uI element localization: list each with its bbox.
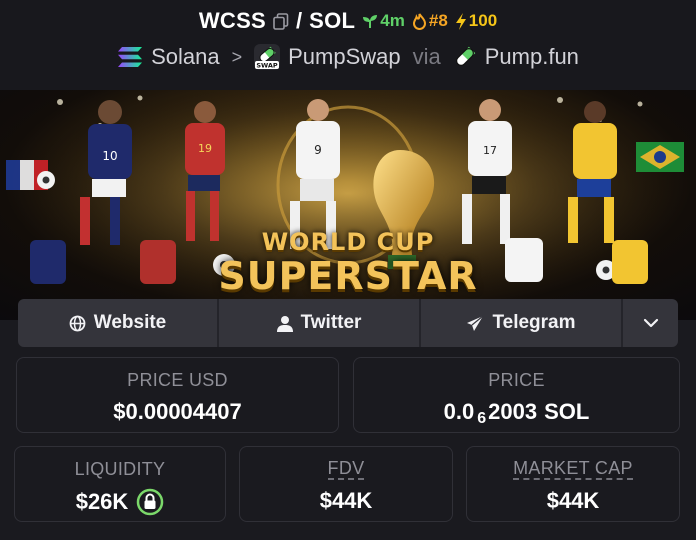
brazil-flag: [636, 142, 684, 172]
lock-icon[interactable]: [136, 488, 164, 516]
price-zero-count: 6: [477, 410, 487, 427]
send-icon: [467, 315, 484, 331]
liquidity-label: LIQUIDITY: [74, 459, 166, 479]
solana-logo: [118, 47, 143, 67]
base-token-symbol: WCSS: [198, 8, 267, 33]
market-cap-value: $44K: [546, 488, 600, 513]
banner-title-line2: SUPERSTAR: [218, 254, 478, 298]
banner-title-line1: WORLD CUP: [261, 228, 435, 256]
seedling-icon: [363, 15, 378, 28]
price-native-label: PRICE: [488, 370, 545, 390]
pill-icon: [455, 46, 476, 66]
more-links-button[interactable]: [623, 299, 678, 347]
fdv-label[interactable]: FDV: [327, 459, 365, 480]
website-button[interactable]: Website: [18, 299, 219, 347]
price-usd-value: $0.00004407: [113, 399, 242, 424]
pair-separator: /: [296, 8, 303, 33]
launchpad-link[interactable]: Pump.fun: [485, 44, 579, 70]
fdv-value: $44K: [319, 488, 373, 513]
boost-badge[interactable]: 100: [455, 11, 497, 31]
price-native-card: PRICE 0.0 6 2003 SOL: [353, 357, 680, 433]
social-links-bar: Website Twitter Telegram: [18, 299, 678, 347]
chain-breadcrumb: Solana > SWAP PumpSwap via Pump.fun: [0, 42, 696, 72]
svg-text:17: 17: [483, 144, 497, 157]
trending-rank-badge[interactable]: #8: [412, 11, 448, 31]
copy-icon[interactable]: [273, 12, 289, 30]
fdv-card: FDV $44K: [239, 446, 453, 522]
price-digits: 2003: [488, 399, 538, 424]
twitter-button[interactable]: Twitter: [219, 299, 421, 347]
dex-name-link[interactable]: PumpSwap: [288, 44, 401, 70]
twitter-label: Twitter: [300, 312, 362, 333]
price-usd-card: PRICE USD $0.00004407: [16, 357, 339, 433]
price-native-value: 0.0 6 2003 SOL: [443, 399, 590, 427]
via-label: via: [412, 44, 441, 69]
market-cap-label[interactable]: MARKET CAP: [513, 459, 633, 480]
age-value: 4m: [380, 11, 405, 30]
svg-text:19: 19: [198, 142, 212, 155]
liquidity-value-row: $26K: [76, 488, 165, 516]
breadcrumb-chevron-icon: >: [231, 46, 243, 67]
price-prefix: 0.0: [443, 399, 475, 424]
title-row: WCSS / SOL 4m #8 100: [0, 6, 696, 36]
chain-name-link[interactable]: Solana: [151, 44, 220, 70]
telegram-button[interactable]: Telegram: [421, 299, 623, 347]
pumpswap-logo-text: SWAP: [256, 62, 278, 70]
rank-value: #8: [428, 11, 448, 30]
pumpswap-logo: SWAP: [254, 44, 281, 70]
age-badge: 4m: [362, 11, 405, 31]
website-label: Website: [93, 312, 167, 333]
price-usd-label: PRICE USD: [127, 370, 228, 390]
quote-token-symbol: SOL: [309, 8, 356, 33]
svg-text:10: 10: [102, 149, 117, 163]
globe-icon: [69, 315, 86, 331]
token-banner-image: 10 19 9 17 WORLD CUP SUPERSTAR: [0, 90, 696, 320]
chevron-down-icon: [643, 318, 658, 328]
liquidity-value: $26K: [75, 489, 129, 514]
liquidity-card: LIQUIDITY $26K: [14, 446, 226, 522]
boost-value: 100: [468, 11, 498, 30]
market-cap-card: MARKET CAP $44K: [466, 446, 680, 522]
banner-title: WORLD CUP SUPERSTAR: [0, 228, 696, 296]
lightning-icon: [455, 12, 466, 30]
user-icon: [276, 315, 293, 332]
pair-header: WCSS / SOL 4m #8 100 Solana > SWAP PumpS…: [0, 0, 696, 90]
telegram-label: Telegram: [492, 312, 576, 333]
flame-icon: [412, 12, 426, 30]
price-unit: SOL: [544, 399, 590, 424]
svg-text:9: 9: [314, 143, 322, 157]
